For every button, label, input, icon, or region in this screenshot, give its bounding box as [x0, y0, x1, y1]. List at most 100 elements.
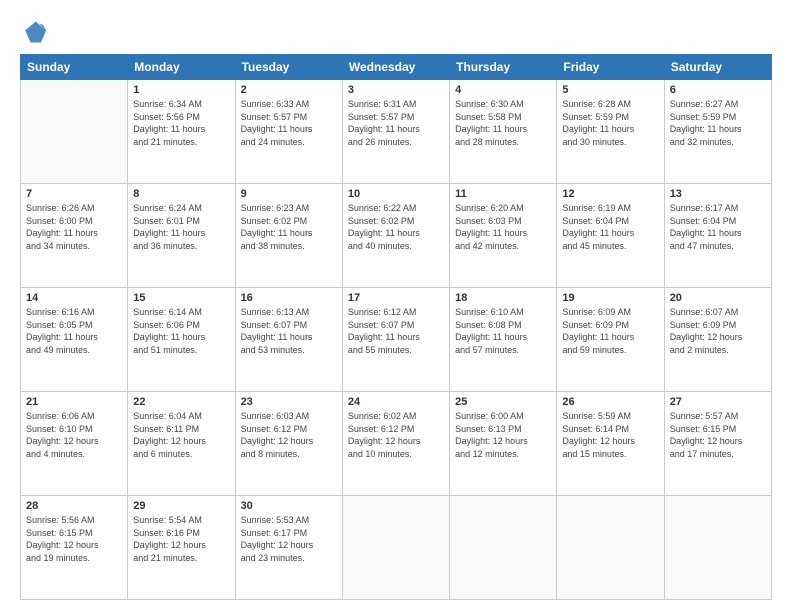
day-cell: 6 Sunrise: 6:27 AM Sunset: 5:59 PM Daylig… [664, 80, 771, 184]
day-cell: 23Sunrise: 6:03 AM Sunset: 6:12 PM Dayli… [235, 392, 342, 496]
day-info: Sunrise: 6:07 AM Sunset: 6:09 PM Dayligh… [670, 306, 766, 356]
day-cell: 3 Sunrise: 6:31 AM Sunset: 5:57 PM Daylig… [342, 80, 449, 184]
day-number: 9 [241, 188, 337, 200]
day-cell: 26 Sunrise: 5:59 AM Sunset: 6:14 PM Dayli… [557, 392, 664, 496]
day-info: Sunrise: 6:06 AM Sunset: 6:10 PM Dayligh… [26, 410, 122, 460]
day-cell: 21Sunrise: 6:06 AM Sunset: 6:10 PM Dayli… [21, 392, 128, 496]
day-info: Sunrise: 6:19 AM Sunset: 6:04 PM Dayligh… [562, 202, 658, 252]
calendar-header: SundayMondayTuesdayWednesdayThursdayFrid… [21, 55, 772, 80]
day-number: 6 [670, 84, 766, 96]
day-cell: 22 Sunrise: 6:04 AM Sunset: 6:11 PM Dayli… [128, 392, 235, 496]
logo [20, 18, 52, 46]
day-cell: 18 Sunrise: 6:10 AM Sunset: 6:08 PM Dayli… [450, 288, 557, 392]
day-info: Sunrise: 6:16 AM Sunset: 6:05 PM Dayligh… [26, 306, 122, 356]
day-cell: 30 Sunrise: 5:53 AM Sunset: 6:17 PM Dayli… [235, 496, 342, 600]
day-number: 23 [241, 396, 337, 408]
day-cell [342, 496, 449, 600]
week-row-4: 21Sunrise: 6:06 AM Sunset: 6:10 PM Dayli… [21, 392, 772, 496]
day-header-saturday: Saturday [664, 55, 771, 80]
day-number: 2 [241, 84, 337, 96]
day-info: Sunrise: 6:24 AM Sunset: 6:01 PM Dayligh… [133, 202, 229, 252]
day-cell: 4Sunrise: 6:30 AM Sunset: 5:58 PM Daylig… [450, 80, 557, 184]
day-number: 10 [348, 188, 444, 200]
day-cell: 11 Sunrise: 6:20 AM Sunset: 6:03 PM Dayli… [450, 184, 557, 288]
day-cell: 17Sunrise: 6:12 AM Sunset: 6:07 PM Dayli… [342, 288, 449, 392]
day-info: Sunrise: 6:14 AM Sunset: 6:06 PM Dayligh… [133, 306, 229, 356]
day-cell [21, 80, 128, 184]
day-header-tuesday: Tuesday [235, 55, 342, 80]
day-cell [557, 496, 664, 600]
day-info: Sunrise: 6:28 AM Sunset: 5:59 PM Dayligh… [562, 98, 658, 148]
day-info: Sunrise: 6:00 AM Sunset: 6:13 PM Dayligh… [455, 410, 551, 460]
day-number: 3 [348, 84, 444, 96]
day-info: Sunrise: 5:54 AM Sunset: 6:16 PM Dayligh… [133, 514, 229, 564]
day-cell: 1 Sunrise: 6:34 AM Sunset: 5:56 PM Daylig… [128, 80, 235, 184]
day-number: 4 [455, 84, 551, 96]
day-info: Sunrise: 6:34 AM Sunset: 5:56 PM Dayligh… [133, 98, 229, 148]
day-cell: 19Sunrise: 6:09 AM Sunset: 6:09 PM Dayli… [557, 288, 664, 392]
week-row-3: 14Sunrise: 6:16 AM Sunset: 6:05 PM Dayli… [21, 288, 772, 392]
day-info: Sunrise: 6:27 AM Sunset: 5:59 PM Dayligh… [670, 98, 766, 148]
day-number: 28 [26, 500, 122, 512]
day-number: 15 [133, 292, 229, 304]
week-row-2: 7 Sunrise: 6:26 AM Sunset: 6:00 PM Daylig… [21, 184, 772, 288]
day-info: Sunrise: 6:02 AM Sunset: 6:12 PM Dayligh… [348, 410, 444, 460]
day-info: Sunrise: 6:31 AM Sunset: 5:57 PM Dayligh… [348, 98, 444, 148]
day-info: Sunrise: 5:53 AM Sunset: 6:17 PM Dayligh… [241, 514, 337, 564]
day-cell [450, 496, 557, 600]
day-header-wednesday: Wednesday [342, 55, 449, 80]
day-info: Sunrise: 6:17 AM Sunset: 6:04 PM Dayligh… [670, 202, 766, 252]
day-info: Sunrise: 6:13 AM Sunset: 6:07 PM Dayligh… [241, 306, 337, 356]
day-number: 7 [26, 188, 122, 200]
day-number: 20 [670, 292, 766, 304]
day-cell: 14Sunrise: 6:16 AM Sunset: 6:05 PM Dayli… [21, 288, 128, 392]
day-number: 5 [562, 84, 658, 96]
calendar-body: 1 Sunrise: 6:34 AM Sunset: 5:56 PM Daylig… [21, 80, 772, 600]
day-info: Sunrise: 6:04 AM Sunset: 6:11 PM Dayligh… [133, 410, 229, 460]
day-cell: 13 Sunrise: 6:17 AM Sunset: 6:04 PM Dayli… [664, 184, 771, 288]
day-header-sunday: Sunday [21, 55, 128, 80]
calendar-table: SundayMondayTuesdayWednesdayThursdayFrid… [20, 54, 772, 600]
day-cell: 7 Sunrise: 6:26 AM Sunset: 6:00 PM Daylig… [21, 184, 128, 288]
day-cell: 29 Sunrise: 5:54 AM Sunset: 6:16 PM Dayli… [128, 496, 235, 600]
day-number: 18 [455, 292, 551, 304]
header-row: SundayMondayTuesdayWednesdayThursdayFrid… [21, 55, 772, 80]
header [20, 18, 772, 46]
week-row-1: 1 Sunrise: 6:34 AM Sunset: 5:56 PM Daylig… [21, 80, 772, 184]
day-cell: 10 Sunrise: 6:22 AM Sunset: 6:02 PM Dayli… [342, 184, 449, 288]
day-info: Sunrise: 6:23 AM Sunset: 6:02 PM Dayligh… [241, 202, 337, 252]
day-cell: 20 Sunrise: 6:07 AM Sunset: 6:09 PM Dayli… [664, 288, 771, 392]
day-info: Sunrise: 6:33 AM Sunset: 5:57 PM Dayligh… [241, 98, 337, 148]
day-cell: 2 Sunrise: 6:33 AM Sunset: 5:57 PM Daylig… [235, 80, 342, 184]
day-cell [664, 496, 771, 600]
day-header-monday: Monday [128, 55, 235, 80]
day-cell: 27Sunrise: 5:57 AM Sunset: 6:15 PM Dayli… [664, 392, 771, 496]
day-number: 1 [133, 84, 229, 96]
page: SundayMondayTuesdayWednesdayThursdayFrid… [0, 0, 792, 612]
day-info: Sunrise: 6:10 AM Sunset: 6:08 PM Dayligh… [455, 306, 551, 356]
day-header-thursday: Thursday [450, 55, 557, 80]
day-number: 27 [670, 396, 766, 408]
day-number: 22 [133, 396, 229, 408]
day-number: 13 [670, 188, 766, 200]
day-info: Sunrise: 6:22 AM Sunset: 6:02 PM Dayligh… [348, 202, 444, 252]
day-cell: 8 Sunrise: 6:24 AM Sunset: 6:01 PM Daylig… [128, 184, 235, 288]
day-cell: 25Sunrise: 6:00 AM Sunset: 6:13 PM Dayli… [450, 392, 557, 496]
day-number: 11 [455, 188, 551, 200]
day-cell: 12Sunrise: 6:19 AM Sunset: 6:04 PM Dayli… [557, 184, 664, 288]
day-number: 29 [133, 500, 229, 512]
day-cell: 28Sunrise: 5:56 AM Sunset: 6:15 PM Dayli… [21, 496, 128, 600]
day-header-friday: Friday [557, 55, 664, 80]
day-cell: 15 Sunrise: 6:14 AM Sunset: 6:06 PM Dayli… [128, 288, 235, 392]
day-info: Sunrise: 6:12 AM Sunset: 6:07 PM Dayligh… [348, 306, 444, 356]
day-number: 30 [241, 500, 337, 512]
week-row-5: 28Sunrise: 5:56 AM Sunset: 6:15 PM Dayli… [21, 496, 772, 600]
day-cell: 9 Sunrise: 6:23 AM Sunset: 6:02 PM Daylig… [235, 184, 342, 288]
day-info: Sunrise: 6:20 AM Sunset: 6:03 PM Dayligh… [455, 202, 551, 252]
day-number: 19 [562, 292, 658, 304]
day-cell: 16Sunrise: 6:13 AM Sunset: 6:07 PM Dayli… [235, 288, 342, 392]
day-info: Sunrise: 6:26 AM Sunset: 6:00 PM Dayligh… [26, 202, 122, 252]
day-info: Sunrise: 5:59 AM Sunset: 6:14 PM Dayligh… [562, 410, 658, 460]
day-number: 8 [133, 188, 229, 200]
day-number: 26 [562, 396, 658, 408]
